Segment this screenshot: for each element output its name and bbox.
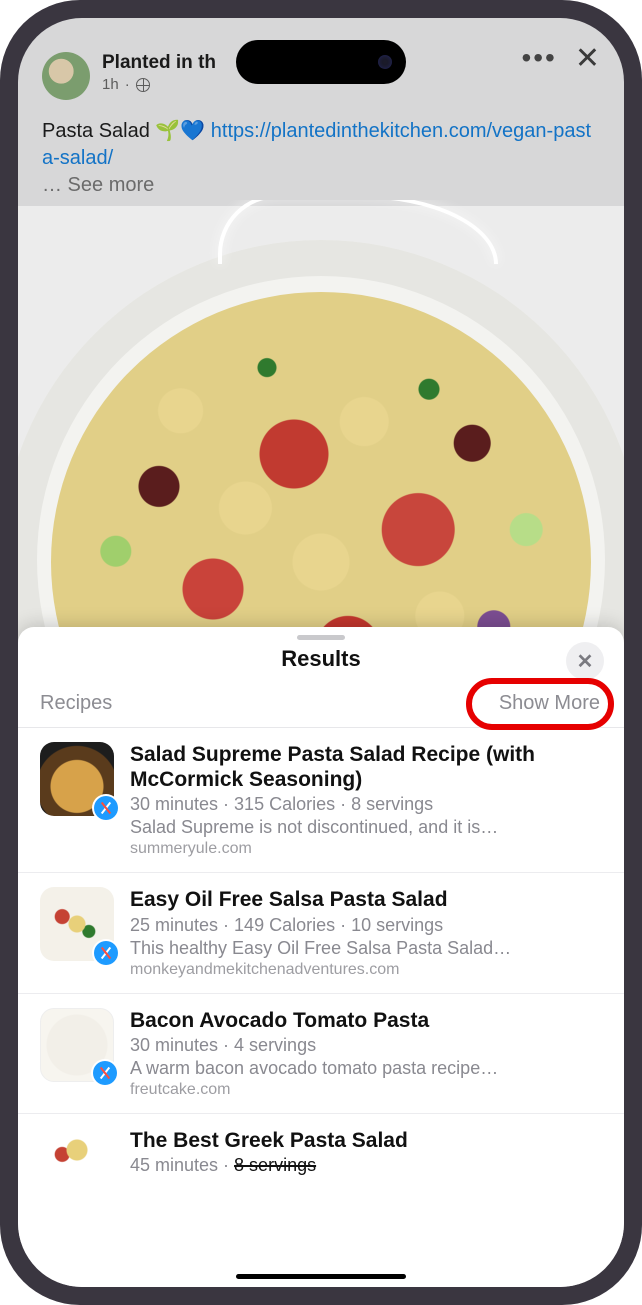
result-row[interactable]: Salad Supreme Pasta Salad Recipe (with M…: [18, 728, 624, 873]
safari-icon: [94, 796, 118, 820]
safari-icon: [93, 1061, 117, 1085]
close-sheet-button[interactable]: ✕: [566, 642, 604, 680]
globe-icon: [136, 78, 150, 92]
avatar[interactable]: [42, 52, 90, 100]
result-description: Salad Supreme is not discontinued, and i…: [130, 817, 602, 838]
result-row[interactable]: Easy Oil Free Salsa Pasta Salad 25 minut…: [18, 873, 624, 993]
results-list: Salad Supreme Pasta Salad Recipe (with M…: [18, 728, 624, 1287]
post-text: Pasta Salad 🌱💙: [42, 120, 211, 142]
result-description: This healthy Easy Oil Free Salsa Pasta S…: [130, 938, 602, 959]
result-row[interactable]: Bacon Avocado Tomato Pasta 30 minutes · …: [18, 994, 624, 1114]
result-title: Salad Supreme Pasta Salad Recipe (with M…: [130, 742, 602, 792]
result-title: Bacon Avocado Tomato Pasta: [130, 1008, 602, 1033]
home-indicator[interactable]: [236, 1274, 406, 1279]
result-thumbnail: [40, 887, 114, 961]
result-description: A warm bacon avocado tomato pasta recipe…: [130, 1058, 602, 1079]
result-thumbnail: [40, 1128, 114, 1172]
screen: Planted in th 1h · ••• ✕ Pasta Salad 🌱💙 …: [18, 18, 624, 1287]
post-body: Pasta Salad 🌱💙 https://plantedinthekitch…: [18, 112, 624, 199]
results-sheet: Results ✕ Recipes Show More Salad Suprem…: [18, 627, 624, 1287]
result-source: summeryule.com: [130, 840, 602, 858]
result-source: freutcake.com: [130, 1081, 602, 1099]
result-subtitle: 25 minutes · 149 Calories · 10 servings: [130, 915, 602, 936]
result-title: The Best Greek Pasta Salad: [130, 1128, 602, 1153]
dynamic-island: [236, 40, 406, 84]
result-subtitle: 30 minutes · 315 Calories · 8 servings: [130, 794, 602, 815]
result-thumbnail: [40, 742, 114, 816]
result-thumbnail: [40, 1008, 114, 1082]
see-more-link[interactable]: … See more: [42, 174, 154, 196]
sheet-grabber[interactable]: [297, 635, 345, 640]
result-title: Easy Oil Free Salsa Pasta Salad: [130, 887, 602, 912]
post-image[interactable]: [18, 200, 624, 660]
result-subtitle: 45 minutes · 8 servings: [130, 1155, 602, 1176]
result-row[interactable]: The Best Greek Pasta Salad 45 minutes · …: [18, 1114, 624, 1176]
result-subtitle: 30 minutes · 4 servings: [130, 1035, 602, 1056]
result-source: monkeyandmekitchenadventures.com: [130, 961, 602, 979]
post-time: 1h: [102, 76, 119, 93]
close-icon[interactable]: ✕: [575, 52, 600, 66]
sheet-title: Results: [281, 646, 360, 671]
visual-lookup-outline: [218, 200, 498, 264]
annotation-highlight: [466, 678, 614, 730]
more-icon[interactable]: •••: [521, 52, 556, 64]
front-camera-icon: [378, 55, 392, 69]
phone-frame: Planted in th 1h · ••• ✕ Pasta Salad 🌱💙 …: [0, 0, 642, 1305]
section-label: Recipes: [40, 692, 112, 715]
safari-icon: [94, 941, 118, 965]
